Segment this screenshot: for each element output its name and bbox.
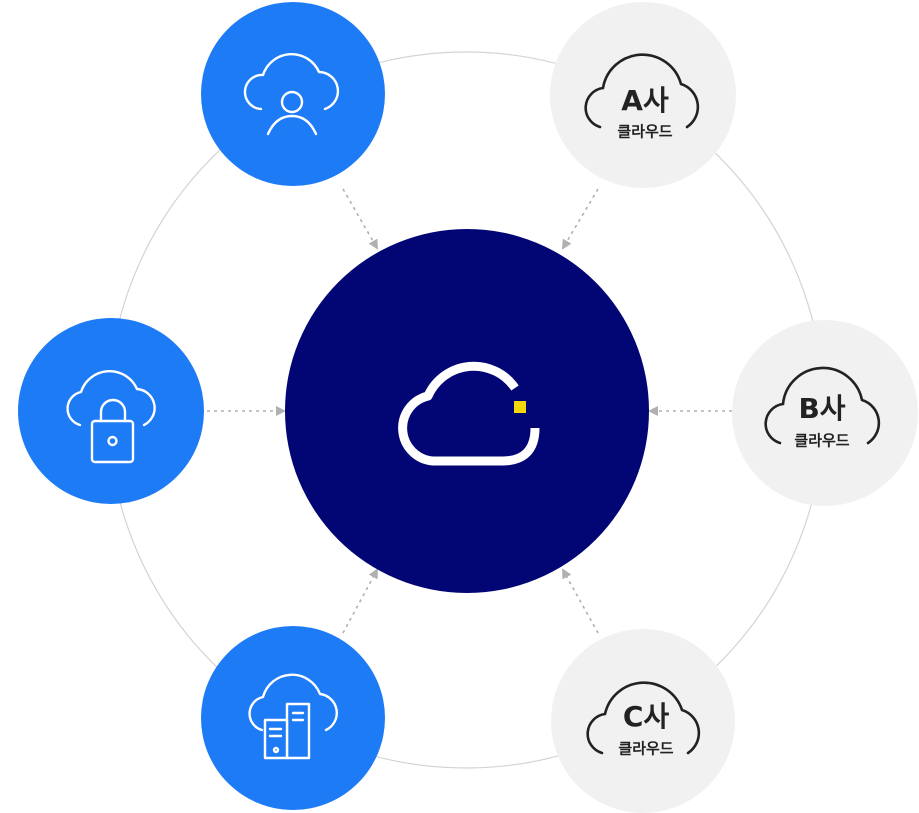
service-node-user (201, 2, 385, 186)
service-node-server (201, 626, 385, 810)
arrow-top-right (561, 188, 599, 250)
multi-cloud-diagram: A사 클라우드 B사 클라우드 C사 클라우드 (18, 2, 918, 813)
arrow-bottom-left (342, 568, 378, 634)
service-node-security (18, 318, 204, 504)
arrow-bottom-right (562, 568, 599, 634)
vendor-node-b: B사 클라우드 (732, 320, 918, 506)
center-circle (285, 229, 649, 593)
vendor-node-c: C사 클라우드 (551, 629, 735, 813)
arrow-top-left (342, 188, 378, 250)
vendor-sub: 클라우드 (618, 740, 673, 758)
vendor-name: A사 (621, 84, 669, 117)
vendor-name: B사 (798, 392, 845, 425)
accent-square (514, 401, 526, 413)
vendor-name: C사 (623, 700, 670, 733)
center-node (285, 229, 649, 593)
vendor-sub: 클라우드 (794, 432, 849, 450)
vendor-node-a: A사 클라우드 (550, 2, 736, 188)
vendor-sub: 클라우드 (617, 123, 672, 141)
